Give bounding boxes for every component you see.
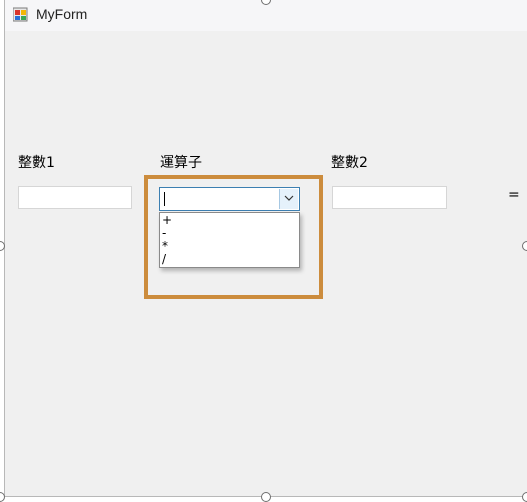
resize-handle-right[interactable] xyxy=(522,241,527,251)
num2-textbox[interactable] xyxy=(332,186,447,209)
label-equals: = xyxy=(508,187,520,203)
app-icon xyxy=(12,7,29,23)
label-operator: 運算子 xyxy=(160,155,202,171)
form-title: MyForm xyxy=(36,6,88,22)
label-num1: 整數1 xyxy=(18,155,55,171)
highlight-box xyxy=(144,175,323,299)
label-num2: 整數2 xyxy=(331,155,368,171)
num1-textbox[interactable] xyxy=(18,186,132,209)
